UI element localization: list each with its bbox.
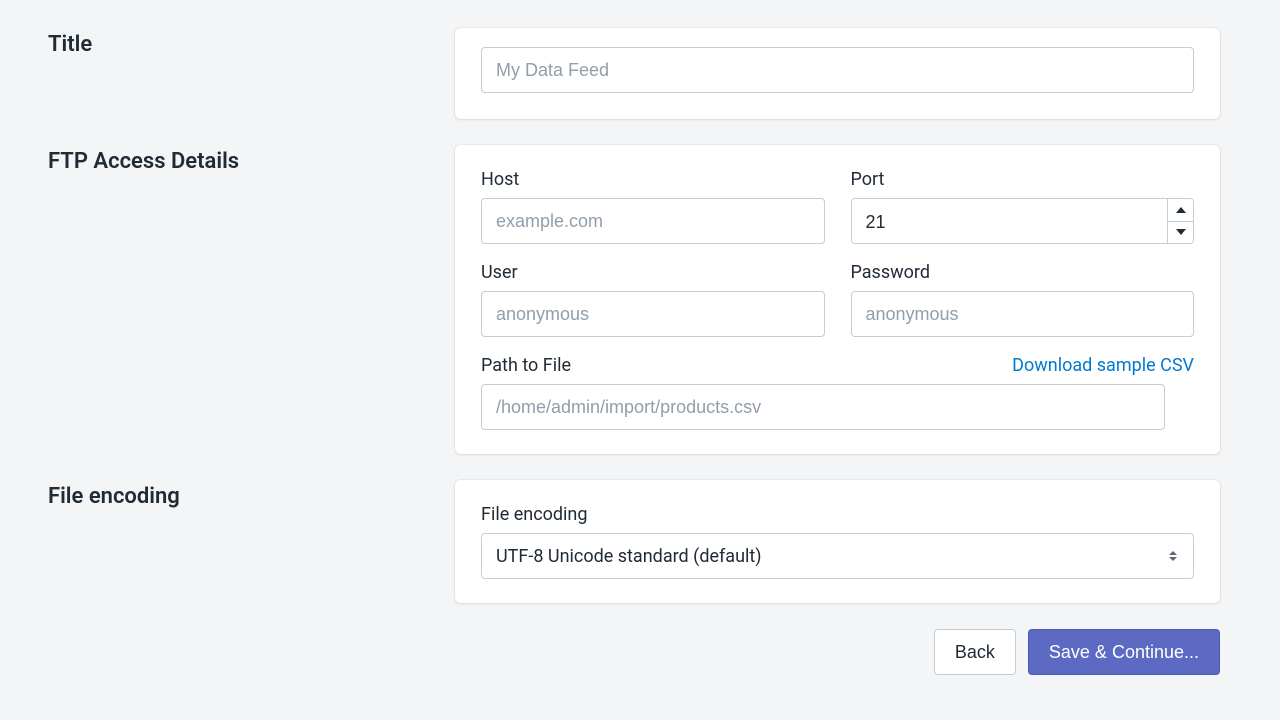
label-path: Path to File	[481, 355, 571, 376]
label-port: Port	[851, 169, 1195, 190]
card-title	[455, 28, 1220, 119]
select-caret-icon	[1169, 551, 1177, 561]
label-password: Password	[851, 262, 1195, 283]
host-input[interactable]	[481, 198, 825, 244]
encoding-selected-value: UTF-8 Unicode standard (default)	[496, 546, 762, 567]
download-sample-link[interactable]: Download sample CSV	[1012, 355, 1194, 376]
user-input[interactable]	[481, 291, 825, 337]
port-input-wrap	[851, 198, 1195, 244]
chevron-down-icon	[1176, 229, 1186, 235]
label-encoding-field: File encoding	[481, 504, 1194, 525]
field-password: Password	[851, 262, 1195, 337]
port-input[interactable]	[852, 199, 1168, 244]
field-port: Port	[851, 169, 1195, 244]
save-continue-button[interactable]: Save & Continue...	[1028, 629, 1220, 675]
section-label-ftp: FTP Access Details	[0, 145, 455, 174]
label-host: Host	[481, 169, 825, 190]
card-ftp: Host Port User	[455, 145, 1220, 454]
chevron-up-icon	[1176, 207, 1186, 213]
encoding-select[interactable]: UTF-8 Unicode standard (default)	[481, 533, 1194, 579]
port-step-down[interactable]	[1168, 222, 1193, 244]
section-label-encoding: File encoding	[0, 480, 455, 509]
port-step-up[interactable]	[1168, 199, 1193, 222]
section-label-title: Title	[0, 28, 455, 57]
back-button[interactable]: Back	[934, 629, 1016, 675]
section-title: Title	[0, 28, 1280, 119]
path-input[interactable]	[481, 384, 1165, 430]
field-path: Path to File Download sample CSV	[481, 355, 1194, 430]
field-host: Host	[481, 169, 825, 244]
section-ftp: FTP Access Details Host Port	[0, 145, 1280, 454]
form-root: Title FTP Access Details Host Port	[0, 0, 1280, 675]
section-encoding: File encoding File encoding UTF-8 Unicod…	[0, 480, 1280, 603]
card-encoding: File encoding UTF-8 Unicode standard (de…	[455, 480, 1220, 603]
form-actions: Back Save & Continue...	[455, 629, 1220, 675]
port-spinners	[1167, 199, 1193, 243]
label-user: User	[481, 262, 825, 283]
title-input[interactable]	[481, 47, 1194, 93]
password-input[interactable]	[851, 291, 1195, 337]
field-user: User	[481, 262, 825, 337]
field-encoding: File encoding UTF-8 Unicode standard (de…	[481, 504, 1194, 579]
